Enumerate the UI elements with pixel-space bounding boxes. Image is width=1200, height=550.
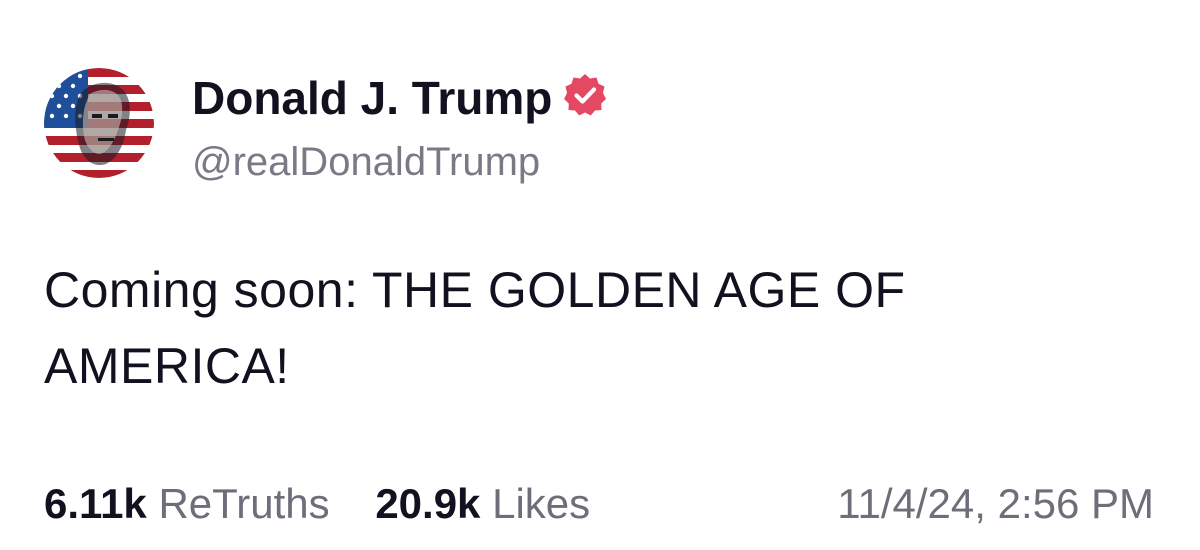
author-handle[interactable]: @realDonaldTrump [192, 136, 540, 188]
flag-portrait-icon [44, 68, 154, 178]
retruths-stat[interactable]: 6.11k ReTruths [44, 474, 330, 534]
post-text-line: AMERICA! [44, 338, 290, 394]
post-stats: 6.11k ReTruths 20.9k Likes [44, 474, 590, 534]
likes-label: Likes [492, 480, 591, 527]
post-body: Coming soon: THE GOLDEN AGE OF AMERICA! [44, 252, 1144, 404]
avatar[interactable] [44, 68, 154, 178]
post-text-line: Coming soon: THE GOLDEN AGE OF [44, 262, 906, 318]
likes-count: 20.9k [375, 480, 481, 527]
post-timestamp: 11/4/24, 2:56 PM [837, 480, 1154, 527]
retruths-count: 6.11k [44, 480, 147, 527]
verified-badge-icon [564, 74, 607, 116]
display-name-text: Donald J. Trump [192, 72, 553, 124]
retruths-label: ReTruths [158, 480, 330, 527]
likes-stat[interactable]: 20.9k Likes [375, 474, 590, 534]
author-display-name[interactable]: Donald J. Trump [192, 68, 608, 128]
post-card: Donald J. Trump @realDonaldTrump Coming … [0, 0, 1200, 550]
